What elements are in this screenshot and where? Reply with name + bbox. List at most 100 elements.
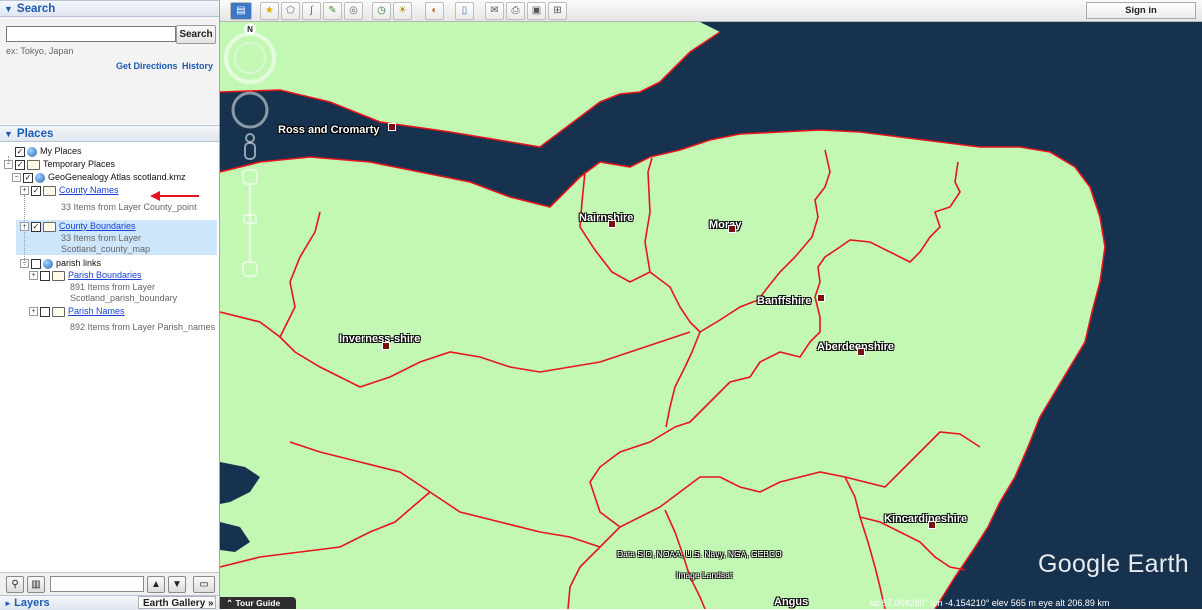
folder-icon [52,306,65,317]
planets-icon[interactable]: ◐ [425,2,444,20]
checkbox-unchecked[interactable] [40,306,50,317]
panel-toggle-icon[interactable]: ▥ [27,576,45,593]
save-image-icon[interactable]: ▣ [527,2,546,20]
map-canvas[interactable] [220,22,1202,609]
add-polygon-icon[interactable]: ⬠ [281,2,300,20]
layers-header[interactable]: ► Layers Earth Gallery » [0,595,219,610]
globe-icon [43,258,53,269]
checkbox-checked[interactable]: ✓ [15,146,25,157]
map-label-ross-and-cromarty[interactable]: Ross and Cromarty [278,124,379,136]
placemark-icon[interactable] [817,294,825,302]
expand-icon[interactable]: + [29,307,38,317]
tree-item-parish-names[interactable]: + Parish Names [29,306,125,317]
map-label-kincardineshire[interactable]: Kincardineshire [884,513,967,525]
print-icon[interactable]: ⎙ [506,2,525,20]
map-label-aberdeenshire[interactable]: Aberdeenshire [817,341,894,353]
county-names-link[interactable]: County Names [59,185,119,195]
earth-gallery-button[interactable]: Earth Gallery » [138,596,216,609]
tree-item-parish-boundaries[interactable]: + Parish Boundaries [29,270,142,281]
look-joystick-icon[interactable] [231,91,269,129]
county-boundaries-link[interactable]: County Boundaries [59,221,136,231]
google-earth-logo: Google Earth [1038,550,1189,578]
sidebar-toggle-icon[interactable]: ▤ [230,2,252,20]
status-bar: lat 57.069280° lon -4.154210° elev 565 m… [870,598,1110,608]
folder-icon [27,159,40,170]
folder-options-icon[interactable]: ▭ [193,576,215,593]
street-view-head-icon[interactable] [245,133,255,143]
get-directions-link[interactable]: Get Directions [116,61,178,71]
view-in-maps-icon[interactable]: ⊞ [548,2,567,20]
places-header-label: Places [16,128,54,140]
checkbox-checked[interactable]: ✓ [31,185,41,196]
placemark-icon[interactable] [382,342,390,350]
collapse-triangle-icon[interactable]: ▼ [4,126,13,143]
search-hint: ex: Tokyo, Japan [6,46,74,56]
move-down-icon[interactable]: ▼ [168,576,186,593]
add-overlay-icon[interactable]: ✎ [323,2,342,20]
tree-item-label: My Places [40,146,82,156]
checkbox-checked[interactable]: ✓ [23,172,33,183]
ruler-icon[interactable]: ▯ [455,2,474,20]
main-toolbar: ▤ ★ ⬠ ∫ ✎ ◎ ◷ ☀ ◐ ▯ ✉ ⎙ ▣ ⊞ Sign in [220,0,1202,22]
search-input[interactable] [6,26,176,42]
map-label-nairnshire[interactable]: Nairnshire [579,212,633,224]
search-button[interactable]: Search [176,25,216,44]
checkbox-checked[interactable]: ✓ [15,159,25,170]
record-tour-icon[interactable]: ◎ [344,2,363,20]
zoom-in-icon[interactable] [242,169,258,185]
checkbox-checked[interactable]: ✓ [31,221,41,232]
expand-icon[interactable]: + [20,186,29,196]
move-up-icon[interactable]: ▲ [147,576,165,593]
add-placemark-icon[interactable]: ★ [260,2,279,20]
placemark-icon[interactable] [388,123,396,131]
email-icon[interactable]: ✉ [485,2,504,20]
placemark-icon[interactable] [608,220,616,228]
tree-item-parish-links[interactable]: − parish links [20,258,101,269]
compass-ring-icon[interactable] [224,32,276,84]
folder-icon [43,221,56,232]
north-letter: N [247,25,253,34]
map-label-angus[interactable]: Angus [774,596,808,608]
compass-inner-icon[interactable] [234,42,266,74]
search-places-icon[interactable]: ⚲ [6,576,24,593]
map-view[interactable]: Ross and Cromarty Nairnshire Moray Banff… [220,22,1202,609]
tree-item-county-boundaries[interactable]: + ✓ County Boundaries [20,221,136,232]
placemark-icon[interactable] [857,348,865,356]
tree-item-kmz[interactable]: − ✓ GeoGenealogy Atlas scotland.kmz [12,172,186,183]
search-header[interactable]: ▼ Search [0,0,219,17]
collapse-icon[interactable]: − [12,173,21,183]
placemark-icon[interactable] [728,225,736,233]
history-link[interactable]: History [182,61,213,71]
sidebar: ▼ Search Search ex: Tokyo, Japan Get Dire… [0,0,220,610]
map-label-banffshire[interactable]: Banffshire [757,295,811,307]
sunlight-icon[interactable]: ☀ [393,2,412,20]
county-boundaries-desc-2: Scotland_county_map [61,244,151,254]
sign-in-button[interactable]: Sign in [1086,2,1196,19]
places-header[interactable]: ▼ Places [0,125,219,142]
tree-item-county-names[interactable]: + ✓ County Names [20,185,119,196]
layers-label-text: Layers [14,597,50,609]
add-path-icon[interactable]: ∫ [302,2,321,20]
checkbox-unchecked[interactable] [40,270,50,281]
placemark-icon[interactable] [928,521,936,529]
globe-icon [35,172,45,183]
tour-guide-tab[interactable]: ⌃ Tour Guide [220,597,296,609]
zoom-out-icon[interactable] [242,261,258,277]
parish-boundaries-link[interactable]: Parish Boundaries [68,270,142,280]
tree-item-my-places[interactable]: ✓ My Places [15,146,82,157]
globe-icon [27,146,37,157]
street-view-pegman-icon[interactable] [244,142,256,160]
tree-item-temporary-places[interactable]: − ✓ Temporary Places [4,159,115,170]
parish-names-link[interactable]: Parish Names [68,306,125,316]
checkbox-unchecked[interactable] [31,258,41,269]
tour-guide-label: Tour Guide [235,598,281,608]
places-filter-input[interactable] [50,576,144,592]
expand-icon[interactable]: + [29,271,38,281]
map-label-moray[interactable]: Moray [709,219,741,231]
collapse-triangle-icon[interactable]: ▼ [4,1,13,18]
navigation-controls[interactable]: N [220,22,280,292]
county-boundaries-desc-1: 33 Items from Layer [61,233,142,243]
historical-imagery-icon[interactable]: ◷ [372,2,391,20]
tree-guide [8,156,9,164]
map-label-inverness-shire[interactable]: Inverness-shire [339,333,420,345]
